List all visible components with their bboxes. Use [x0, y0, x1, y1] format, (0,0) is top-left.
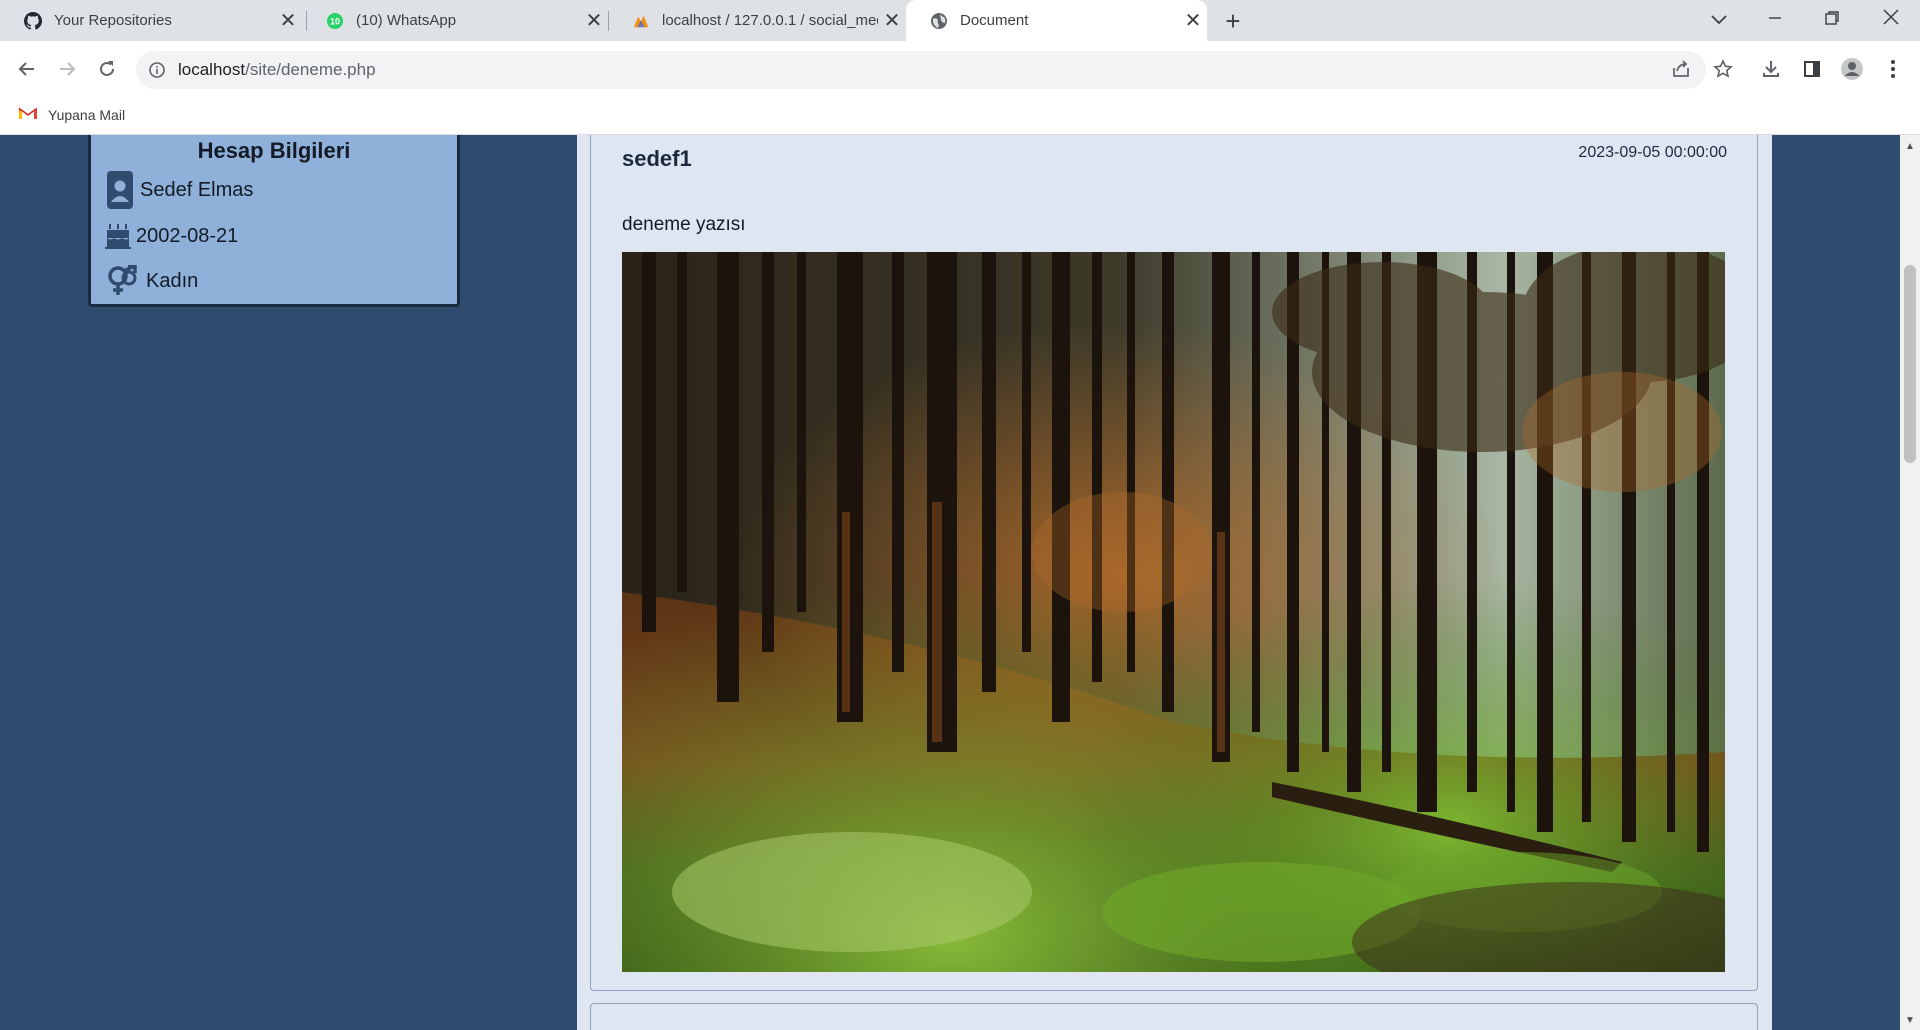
scrollbar[interactable]: ▲ ▼	[1900, 135, 1920, 1030]
profile-avatar-icon[interactable]	[1839, 56, 1865, 82]
account-name: Sedef Elmas	[140, 178, 254, 201]
tab-title: Your Repositories	[54, 12, 172, 29]
scroll-down-icon[interactable]: ▼	[1905, 1015, 1915, 1026]
birthday-cake-icon	[104, 220, 132, 252]
reload-button[interactable]	[92, 54, 122, 84]
user-icon	[104, 171, 136, 209]
bookmark-yupana-mail[interactable]: Yupana Mail	[18, 105, 125, 124]
post-text: deneme yazısı	[622, 214, 746, 235]
tab-strip: Your Repositories ✕ 10 (10) WhatsApp ✕ l…	[0, 0, 1920, 41]
browser-toolbar: localhost/site/deneme.php	[0, 41, 1920, 98]
forward-button[interactable]	[52, 54, 82, 84]
menu-icon[interactable]	[1880, 56, 1906, 82]
tab-phpmyadmin[interactable]: localhost / 127.0.0.1 / social_med ✕	[608, 0, 906, 41]
tab-whatsapp[interactable]: 10 (10) WhatsApp ✕	[302, 0, 608, 41]
restore-button[interactable]	[1809, 0, 1855, 41]
page-content: Hesap Bilgileri Sedef Elmas 2002-08-21 K…	[0, 135, 1900, 1030]
tab-title: (10) WhatsApp	[356, 12, 457, 29]
post-author[interactable]: sedef1	[622, 146, 692, 172]
bookmarks-bar: Yupana Mail	[0, 98, 1920, 135]
account-info-card: Hesap Bilgileri Sedef Elmas 2002-08-21 K…	[88, 135, 460, 307]
tab-title: Document	[960, 12, 1029, 29]
close-window-button[interactable]	[1868, 0, 1914, 41]
close-icon[interactable]: ✕	[274, 8, 302, 33]
tab-your-repositories[interactable]: Your Repositories ✕	[0, 0, 302, 41]
back-button[interactable]	[12, 54, 42, 84]
minimize-button[interactable]	[1752, 0, 1798, 41]
account-birthdate-row: 2002-08-21	[104, 220, 238, 252]
account-gender-row: Kadın	[104, 265, 198, 297]
bookmark-label: Yupana Mail	[48, 106, 126, 123]
share-icon[interactable]	[1668, 56, 1694, 82]
post-feed: sedef1 2023-09-05 00:00:00 deneme yazısı	[577, 135, 1772, 1030]
close-icon[interactable]: ✕	[878, 8, 906, 33]
whatsapp-icon: 10	[326, 12, 344, 30]
side-panel-icon[interactable]	[1799, 56, 1825, 82]
bookmark-star-icon[interactable]	[1710, 56, 1736, 82]
download-icon[interactable]	[1758, 56, 1784, 82]
post-date: 2023-09-05 00:00:00	[1578, 144, 1727, 161]
tab-search-icon[interactable]	[1696, 0, 1742, 41]
url-path: /site/deneme.php	[245, 60, 376, 79]
globe-icon	[930, 12, 948, 30]
phpmyadmin-icon	[632, 12, 650, 30]
address-bar[interactable]: localhost/site/deneme.php	[136, 51, 1706, 89]
account-gender: Kadın	[146, 269, 199, 292]
tab-document[interactable]: Document ✕	[906, 0, 1207, 41]
post-card	[590, 1003, 1758, 1030]
info-icon[interactable]	[148, 61, 166, 79]
scroll-thumb[interactable]	[1904, 265, 1916, 463]
tab-title: localhost / 127.0.0.1 / social_med	[662, 12, 878, 29]
github-icon	[24, 11, 42, 30]
close-icon[interactable]: ✕	[580, 8, 608, 33]
gmail-icon	[18, 105, 38, 124]
scroll-up-icon[interactable]: ▲	[1905, 141, 1915, 152]
gender-icon	[104, 265, 142, 297]
account-birthdate: 2002-08-21	[136, 224, 239, 247]
account-name-row: Sedef Elmas	[104, 171, 254, 209]
account-title: Hesap Bilgileri	[197, 138, 351, 163]
url-text: localhost/site/deneme.php	[178, 60, 376, 80]
url-host: localhost	[178, 60, 246, 79]
whatsapp-badge: 10	[330, 16, 340, 26]
post-card: sedef1 2023-09-05 00:00:00 deneme yazısı	[590, 135, 1758, 991]
post-image	[622, 252, 1725, 972]
new-tab-button[interactable]: +	[1218, 6, 1248, 36]
close-icon[interactable]: ✕	[1179, 8, 1207, 33]
